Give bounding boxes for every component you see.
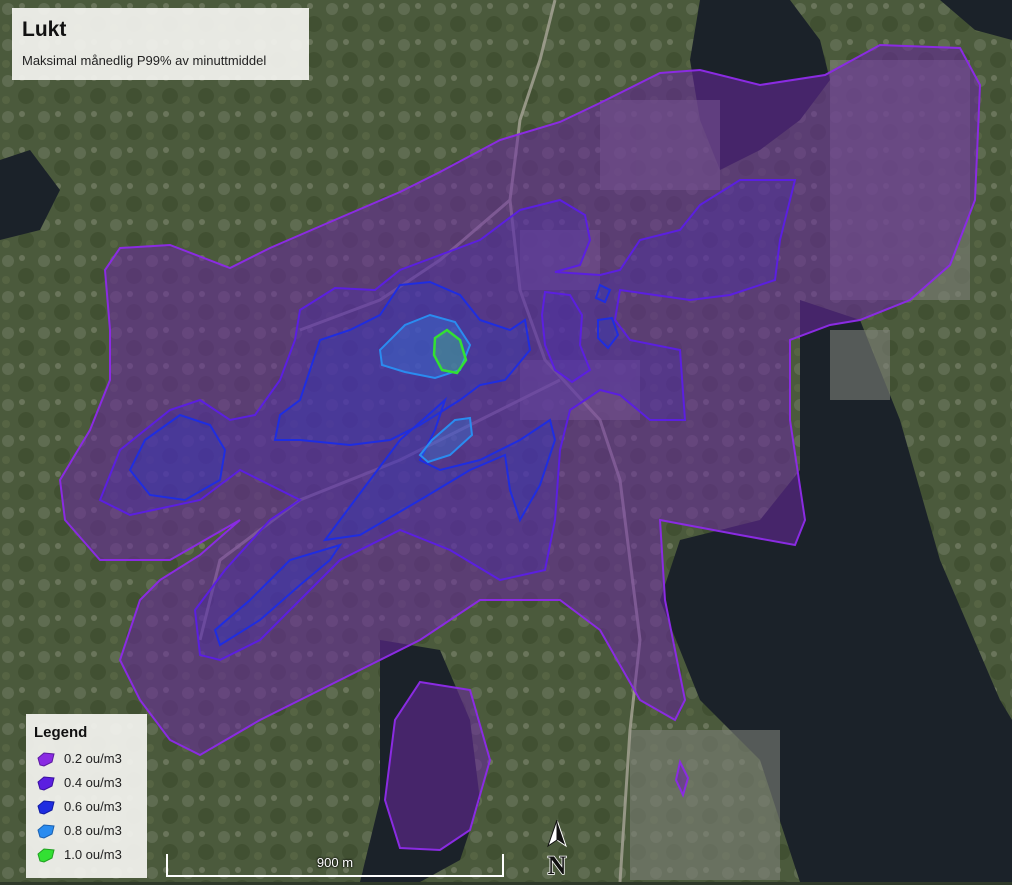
legend-item-0.4: 0.4 ou/m3 — [36, 774, 146, 792]
scale-line — [166, 875, 504, 877]
legend-item-1.0: 1.0 ou/m3 — [36, 846, 146, 864]
legend-label: 1.0 ou/m3 — [64, 847, 122, 862]
legend-swatch-icon — [37, 800, 55, 815]
legend: Legend 0.2 ou/m3 0.4 ou/m3 0.6 ou/m3 0.8… — [26, 714, 147, 878]
legend-item-0.2: 0.2 ou/m3 — [36, 750, 146, 768]
odour-contour-map — [0, 0, 1012, 882]
legend-label: 0.4 ou/m3 — [64, 775, 122, 790]
north-arrow: N — [542, 818, 572, 881]
legend-swatch-icon — [37, 848, 55, 863]
legend-swatch-icon — [37, 776, 55, 791]
map-title-box: Lukt Maksimal månedlig P99% av minuttmid… — [12, 8, 309, 80]
legend-swatch-icon — [37, 824, 55, 839]
scale-bar: 900 m — [166, 850, 505, 880]
north-arrow-icon: N — [547, 819, 567, 881]
legend-item-0.6: 0.6 ou/m3 — [36, 798, 146, 816]
map-title: Lukt — [22, 18, 67, 41]
legend-label: 0.8 ou/m3 — [64, 823, 122, 838]
north-label: N — [548, 851, 567, 880]
legend-label: 0.2 ou/m3 — [64, 751, 122, 766]
legend-title: Legend — [34, 724, 88, 741]
legend-swatch-icon — [37, 752, 55, 767]
legend-label: 0.6 ou/m3 — [64, 799, 122, 814]
map-subtitle: Maksimal månedlig P99% av minuttmiddel — [22, 53, 267, 68]
scale-label: 900 m — [316, 855, 354, 870]
legend-item-0.8: 0.8 ou/m3 — [36, 822, 146, 840]
